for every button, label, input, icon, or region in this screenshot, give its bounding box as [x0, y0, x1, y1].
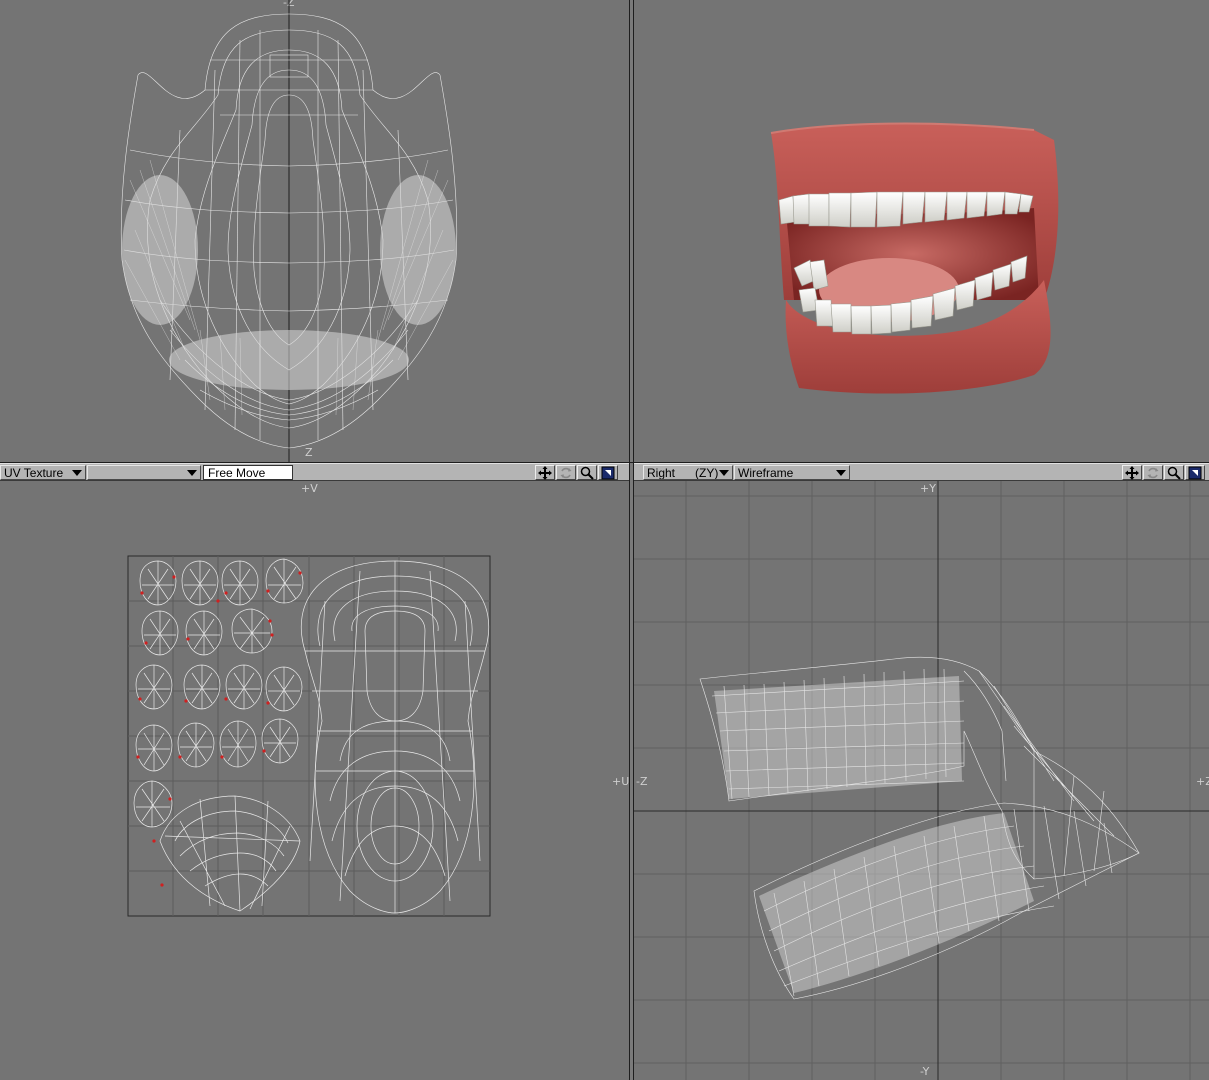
viewport-perspective[interactable]: +X: [634, 0, 1209, 462]
tool-name-field[interactable]: Free Move: [203, 465, 293, 480]
selected-points: [136, 571, 302, 887]
right-viewport-toolbar: Right (ZY) Wireframe: [634, 463, 1209, 481]
viewport-uv-texture[interactable]: +V +U: [0, 481, 629, 1080]
tongue-uv-island: [300, 560, 490, 914]
right-wireframe-mesh: [634, 481, 1209, 1080]
view-type-label: UV Texture: [4, 466, 64, 480]
move-icon[interactable]: [535, 465, 555, 480]
render-mode-dropdown[interactable]: Wireframe: [734, 465, 850, 480]
chevron-down-icon: [72, 470, 82, 476]
top-wireframe-mesh: [120, 0, 458, 462]
view-axis-label: (ZY): [695, 466, 719, 480]
viewport-right[interactable]: +Y -Z +Z -Y: [634, 481, 1209, 1080]
render-mode-label: Wireframe: [738, 466, 794, 480]
mouth-render: [770, 122, 1059, 394]
chevron-down-icon: [719, 470, 729, 476]
rotate-icon[interactable]: [1143, 465, 1163, 480]
rotate-icon[interactable]: [556, 465, 576, 480]
view-type-label: Right: [647, 466, 676, 480]
gum-uv-island: [159, 795, 301, 912]
uv-map-mesh: [127, 555, 491, 917]
viewport-top[interactable]: -Z Z: [0, 0, 629, 462]
chevron-down-icon: [187, 470, 197, 476]
zoom-icon[interactable]: [577, 465, 597, 480]
view-type-dropdown[interactable]: UV Texture: [0, 465, 86, 480]
zoom-icon[interactable]: [1164, 465, 1184, 480]
maximize-icon[interactable]: [1185, 465, 1205, 480]
chevron-down-icon: [836, 470, 846, 476]
maximize-icon[interactable]: [598, 465, 618, 480]
uv-viewport-toolbar: UV Texture Free Move: [0, 463, 629, 481]
view-type-dropdown[interactable]: Right (ZY): [643, 465, 733, 480]
uv-map-dropdown[interactable]: [87, 465, 201, 480]
move-icon[interactable]: [1122, 465, 1142, 480]
